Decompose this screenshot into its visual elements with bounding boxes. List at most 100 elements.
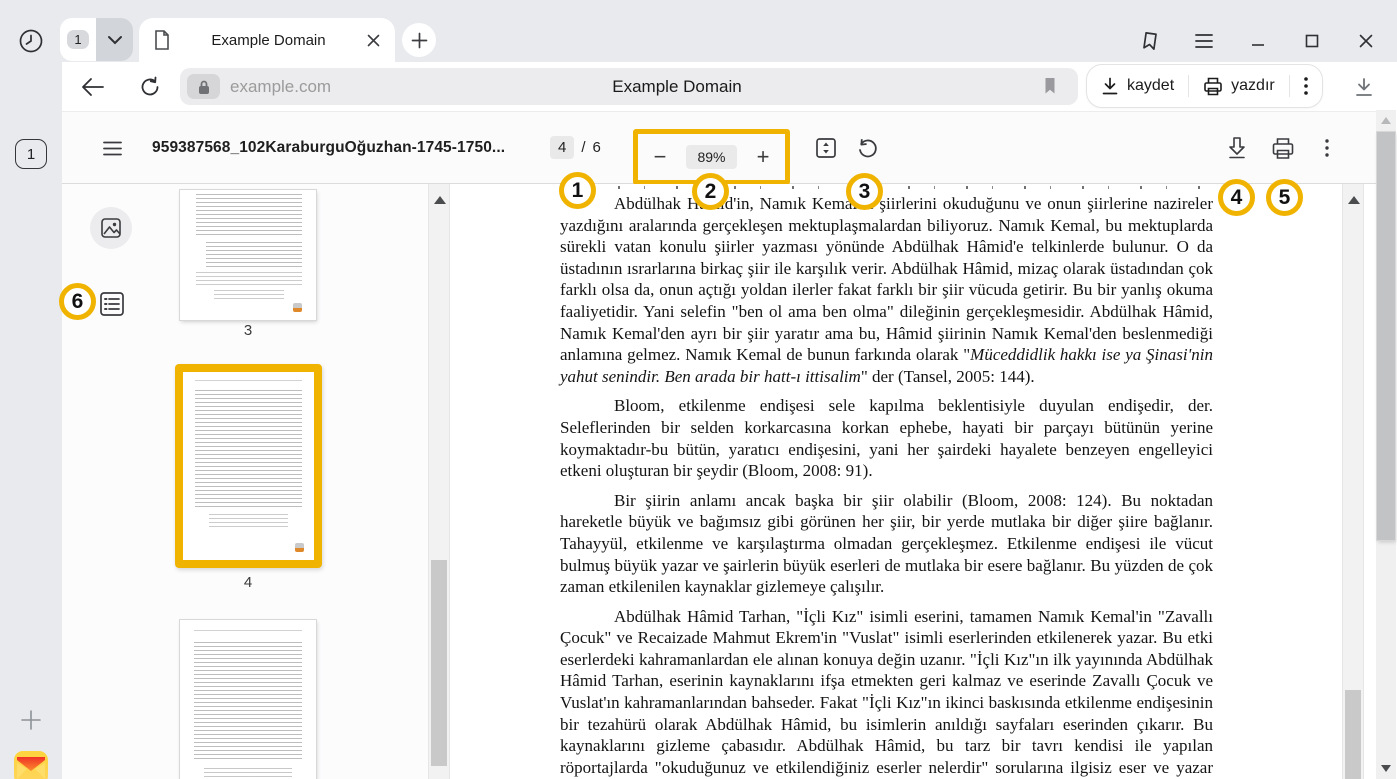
minimize-icon bbox=[1250, 33, 1266, 49]
pdf-paragraph: Bloom, etkilenme endişesi sele kapılma b… bbox=[560, 395, 1213, 481]
tab-title: Example Domain bbox=[171, 32, 366, 49]
pdf-paragraph: Abdülhak Hâmid Tarhan, "İçli Kız" isimli… bbox=[560, 606, 1213, 779]
clipped-text-line bbox=[560, 186, 1212, 189]
back-arrow-icon bbox=[81, 77, 105, 97]
outline-view-button[interactable] bbox=[99, 291, 125, 317]
pdf-scrollbar[interactable] bbox=[1342, 184, 1364, 779]
download-arrow-icon bbox=[1354, 77, 1374, 98]
rotate-ccw-icon bbox=[855, 136, 879, 160]
rail-add-button[interactable] bbox=[14, 703, 48, 737]
downloads-button[interactable] bbox=[1348, 72, 1380, 102]
history-button[interactable] bbox=[14, 24, 48, 58]
annotation-circle-1: 1 bbox=[559, 172, 596, 209]
close-window-button[interactable] bbox=[1347, 26, 1385, 56]
window-scrollbar[interactable] bbox=[1376, 110, 1396, 779]
fit-to-page-button[interactable] bbox=[809, 131, 843, 165]
clock-icon bbox=[16, 26, 46, 56]
close-icon bbox=[1358, 33, 1374, 49]
plus-icon bbox=[20, 709, 42, 731]
annotation-circle-2: 2 bbox=[692, 173, 729, 210]
pdf-filename: 959387568_102KaraburguOğuzhan-1745-1750.… bbox=[152, 112, 505, 183]
save-button[interactable]: kaydet bbox=[1087, 65, 1188, 107]
save-label: kaydet bbox=[1127, 77, 1174, 95]
zoom-in-button[interactable]: + bbox=[751, 144, 775, 170]
annotation-circle-6: 6 bbox=[59, 283, 96, 320]
thumbnail-page-3[interactable] bbox=[180, 190, 316, 320]
tab-group-chip[interactable]: 1 bbox=[60, 18, 133, 61]
tab-close-icon[interactable] bbox=[366, 33, 381, 48]
pdf-paragraph: Bir şiirin anlamı ancak başka bir şiir o… bbox=[560, 490, 1213, 598]
rail-tab-number-button[interactable]: 1 bbox=[15, 139, 47, 169]
lock-icon bbox=[197, 79, 211, 95]
zoom-level: 89% bbox=[686, 145, 736, 169]
pdf-thumbnails-panel: 3 4 bbox=[62, 184, 428, 779]
pdf-paragraph: Abdülhak Hâmid'in, Namık Kemal'ın şiirle… bbox=[560, 193, 1213, 387]
mail-app-button[interactable] bbox=[13, 750, 49, 779]
plus-icon bbox=[411, 32, 428, 49]
kebab-menu-icon bbox=[1325, 139, 1329, 157]
hamburger-menu-icon bbox=[103, 141, 122, 156]
fit-page-icon bbox=[814, 136, 838, 160]
pdf-more-button[interactable] bbox=[1310, 131, 1344, 165]
list-icon bbox=[99, 291, 125, 317]
hamburger-menu-icon bbox=[1194, 33, 1214, 49]
scroll-up-arrow[interactable] bbox=[1348, 196, 1360, 204]
scroll-up-arrow[interactable] bbox=[434, 196, 446, 204]
print-button[interactable]: yazdır bbox=[1189, 65, 1289, 107]
chevron-down-icon bbox=[107, 35, 123, 45]
browser-menu-button[interactable] bbox=[1185, 26, 1223, 56]
back-button[interactable] bbox=[76, 70, 110, 104]
browser-window: 1 Example Domain bbox=[0, 0, 1397, 779]
pdf-print-button[interactable] bbox=[1266, 131, 1300, 165]
bookmark-star-button[interactable] bbox=[1040, 75, 1064, 99]
maximize-icon bbox=[1304, 33, 1320, 49]
annotation-circle-3: 3 bbox=[846, 173, 883, 210]
thumbnails-view-button[interactable] bbox=[90, 207, 132, 249]
pdf-text: Abdülhak Hâmid'in, Namık Kemal'ın şiirle… bbox=[560, 193, 1213, 779]
yandex-mail-icon bbox=[13, 750, 49, 779]
thumbnails-scrollbar[interactable] bbox=[428, 184, 450, 779]
pdf-page-content: Abdülhak Hâmid'in, Namık Kemal'ın şiirle… bbox=[452, 184, 1342, 779]
zoom-out-button[interactable]: − bbox=[648, 144, 672, 170]
tab-group-expand[interactable] bbox=[96, 18, 133, 61]
printer-icon bbox=[1271, 137, 1295, 160]
annotation-circle-5: 5 bbox=[1266, 179, 1303, 216]
thumbnail-label: 3 bbox=[180, 322, 316, 339]
scroll-up-arrow[interactable] bbox=[1381, 117, 1391, 124]
print-label: yazdır bbox=[1231, 77, 1275, 95]
page-actions-pill: kaydet yazdır bbox=[1086, 64, 1323, 108]
pdf-sidebar-toggle-button[interactable] bbox=[95, 131, 129, 165]
download-icon bbox=[1101, 77, 1119, 96]
scroll-down-arrow[interactable] bbox=[1381, 765, 1391, 772]
collections-panel-button[interactable] bbox=[1131, 26, 1169, 56]
annotation-circle-4: 4 bbox=[1218, 179, 1255, 216]
new-tab-button[interactable] bbox=[402, 23, 436, 57]
pdf-toolbar: 959387568_102KaraburguOğuzhan-1745-1750.… bbox=[62, 111, 1376, 184]
scrollbar-thumb[interactable] bbox=[1345, 690, 1361, 779]
thumbnail-page-4-selected[interactable] bbox=[175, 364, 322, 568]
site-security-chip[interactable] bbox=[187, 74, 220, 99]
titlebar: 1 Example Domain bbox=[0, 0, 1397, 62]
more-actions-button[interactable] bbox=[1290, 65, 1322, 107]
thumbnail-page-5[interactable] bbox=[180, 620, 316, 779]
tab-group-badge: 1 bbox=[60, 18, 96, 61]
pdf-download-button[interactable] bbox=[1220, 131, 1254, 165]
page-title: Example Domain bbox=[228, 77, 1126, 97]
thumbnail-label: 4 bbox=[180, 574, 316, 591]
maximize-button[interactable] bbox=[1293, 26, 1331, 56]
page-favicon-icon bbox=[153, 30, 171, 50]
bookmark-panel-icon bbox=[1139, 30, 1161, 52]
kebab-menu-icon bbox=[1304, 77, 1308, 95]
image-icon bbox=[100, 217, 122, 239]
scrollbar-thumb[interactable] bbox=[1377, 132, 1395, 540]
printer-icon bbox=[1203, 77, 1223, 96]
scrollbar-thumb[interactable] bbox=[431, 560, 447, 766]
rotate-button[interactable] bbox=[850, 131, 884, 165]
reload-button[interactable] bbox=[133, 70, 167, 104]
minimize-button[interactable] bbox=[1239, 26, 1277, 56]
sidebar-rail: 1 bbox=[0, 62, 62, 779]
pdf-page-input[interactable]: 4 bbox=[550, 136, 574, 159]
address-bar[interactable]: example.com Example Domain bbox=[180, 68, 1078, 105]
tab-example-domain[interactable]: Example Domain bbox=[139, 18, 395, 62]
pdf-page-total: 6 bbox=[593, 139, 601, 156]
